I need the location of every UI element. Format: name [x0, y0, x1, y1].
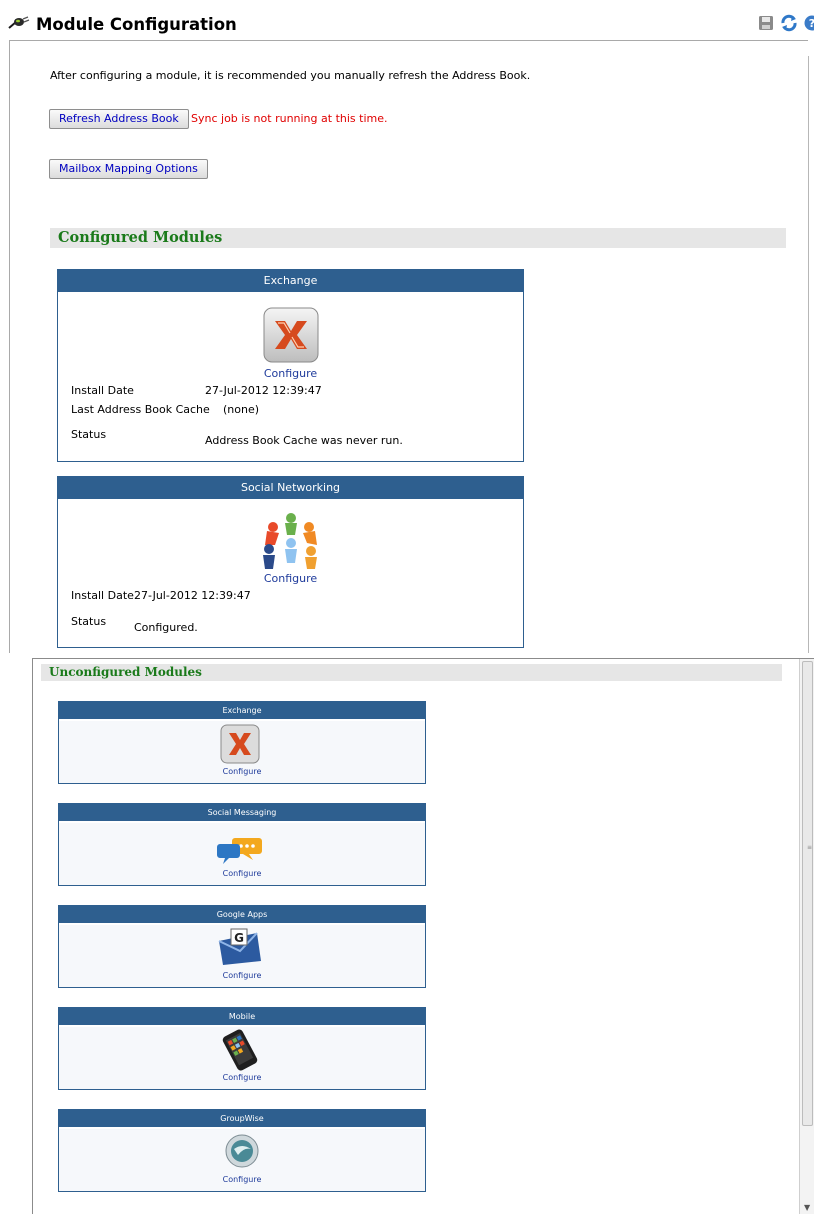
configure-link[interactable]: Configure — [59, 1073, 425, 1082]
configure-link[interactable]: Configure — [58, 572, 523, 585]
status-label: Status — [71, 615, 107, 628]
module-body: G Configure — [59, 925, 425, 987]
status-value: Address Book Cache was never run. — [205, 434, 403, 447]
module-title: Google Apps — [59, 906, 425, 923]
module-body: Configure — [59, 721, 425, 783]
install-date-label: Install Date — [71, 384, 134, 397]
unconfigured-module-groupwise: GroupWise Configure — [58, 1109, 426, 1192]
module-title: Exchange — [58, 270, 523, 292]
social-networking-icon[interactable] — [259, 509, 323, 576]
grip-icon: ≡ — [807, 844, 813, 851]
unconfigured-module-mobile: Mobile Configure — [58, 1007, 426, 1090]
mobile-phone-icon[interactable] — [222, 1029, 258, 1074]
help-icon[interactable]: ? — [804, 15, 814, 34]
toolbar: ? — [758, 14, 814, 35]
sync-status-text: Sync job is not running at this time. — [191, 112, 388, 125]
unconfigured-module-exchange: Exchange Configure — [58, 701, 426, 784]
svg-text:G: G — [234, 931, 244, 945]
module-body: Configure — [59, 1129, 425, 1191]
exchange-icon[interactable] — [220, 724, 262, 767]
module-title: GroupWise — [59, 1110, 425, 1127]
save-icon[interactable] — [758, 15, 774, 34]
mailbox-mapping-options-button[interactable]: Mailbox Mapping Options — [49, 159, 208, 179]
configure-link[interactable]: Configure — [58, 367, 523, 380]
refresh-address-book-button[interactable]: Refresh Address Book — [49, 109, 189, 129]
module-title: Mobile — [59, 1008, 425, 1025]
configure-link[interactable]: Configure — [59, 971, 425, 980]
page-title: Module Configuration — [36, 15, 237, 34]
google-mail-icon[interactable]: G — [217, 927, 263, 970]
module-title: Exchange — [59, 702, 425, 719]
module-title: Social Messaging — [59, 804, 425, 821]
cache-label: Last Address Book Cache — [71, 403, 210, 416]
refresh-icon[interactable] — [780, 14, 798, 35]
configured-module-social-networking: Social Networking Configure Install Date… — [57, 476, 524, 648]
status-label: Status — [71, 428, 107, 441]
module-body: Configure — [59, 823, 425, 885]
module-body: Configure — [59, 1027, 425, 1089]
groupwise-icon[interactable] — [224, 1133, 260, 1172]
configured-modules-screen: Module Configuration After configuring a… — [0, 0, 814, 653]
configure-link[interactable]: Configure — [59, 767, 425, 776]
install-date-value: 27-Jul-2012 12:39:47 — [134, 589, 251, 602]
chat-bubbles-icon[interactable] — [217, 836, 263, 869]
status-value: Configured. — [134, 621, 198, 634]
install-date-label: Install Date — [71, 589, 134, 602]
configured-modules-header: Configured Modules — [50, 228, 786, 248]
cache-value: (none) — [223, 403, 260, 416]
module-title: Social Networking — [58, 477, 523, 499]
unconfigured-module-google-apps: Google Apps G Configure — [58, 905, 426, 988]
svg-text:?: ? — [809, 17, 814, 30]
exchange-icon[interactable] — [263, 307, 319, 366]
unconfigured-modules-screen: Unconfigured Modules Exchange Configure … — [32, 658, 814, 1214]
scroll-down-arrow-icon[interactable]: ▼ — [804, 1203, 810, 1212]
scrollbar-thumb[interactable]: ≡ — [802, 661, 813, 1126]
unconfigured-modules-header: Unconfigured Modules — [41, 664, 782, 681]
plug-icon — [8, 16, 30, 33]
configure-link[interactable]: Configure — [59, 869, 425, 878]
scrollbar[interactable] — [808, 56, 814, 653]
intro-text: After configuring a module, it is recomm… — [50, 69, 531, 82]
configured-module-exchange: Exchange Configure Install Date 27-Jul-2… — [57, 269, 524, 462]
configure-link[interactable]: Configure — [59, 1175, 425, 1184]
install-date-value: 27-Jul-2012 12:39:47 — [205, 384, 322, 397]
content-area: After configuring a module, it is recomm… — [9, 40, 808, 653]
vertical-scrollbar[interactable]: ≡ ▼ — [799, 659, 814, 1214]
unconfigured-module-social-messaging: Social Messaging Configure — [58, 803, 426, 886]
